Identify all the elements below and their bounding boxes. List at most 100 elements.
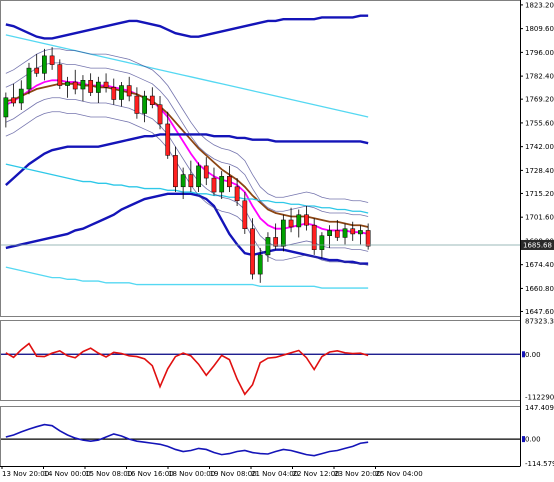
candle[interactable] [142,90,147,123]
candle[interactable] [103,73,109,93]
bear-candle-body [250,228,255,275]
indicator-line-0 [5,79,369,235]
candle[interactable] [18,80,24,110]
bull-candle-body [18,88,24,104]
bear-candle-body [34,67,40,74]
candle[interactable] [211,167,217,196]
bear-candle-body [72,81,78,90]
bear-candle-body [149,95,155,106]
indicator-panel-1 [0,342,520,396]
candle[interactable] [327,225,332,248]
bear-candle-body [311,224,317,250]
bear-candle-body [304,214,309,226]
candle[interactable] [72,69,78,95]
chart-canvas[interactable]: 1823.20 1809.60 1796.00 1782.40 1769.20 1755.… [0,0,554,482]
candle[interactable] [334,219,340,241]
indicator-1-tick-label: 87323.30 [525,318,554,326]
bull-candle-body [280,219,286,247]
candle[interactable] [219,171,225,200]
bull-candle-body [196,165,201,188]
bear-candle-body [126,85,132,97]
bear-candle-body [188,174,194,188]
candle[interactable] [149,87,155,109]
bull-candle-body [142,95,147,114]
bear-candle-body [111,87,117,100]
candle[interactable] [42,48,47,81]
price-tick-label: 1728.40 [525,167,554,175]
indicator-line-3 [5,14,369,40]
candle[interactable] [196,162,201,193]
indicator-1-zero-marker [522,351,525,358]
time-tick-label: 21 Nov 04:00 [251,470,298,478]
time-tick-label: 14 Nov 00:00 [44,470,91,478]
candle[interactable] [173,146,178,193]
bull-candle-body [219,176,225,193]
bull-candle-body [358,230,363,235]
price-tick-label: 1647.60 [525,308,554,316]
candle[interactable] [111,78,117,105]
bear-candle-body [103,81,109,88]
candle[interactable] [49,47,55,70]
candle[interactable] [227,165,232,193]
bear-candle-body [11,97,16,104]
candle[interactable] [311,218,317,255]
bear-candle-body [49,55,55,65]
price-tick-label: 1769.20 [525,96,554,104]
candle[interactable] [65,76,70,98]
candle[interactable] [80,75,86,102]
candle[interactable] [3,92,9,128]
candle[interactable] [11,83,16,107]
time-tick-label: 23 Nov 20:00 [334,470,381,478]
bear-candle-body [227,176,232,188]
time-tick-label: 13 Nov 20:00 [2,470,49,478]
candle[interactable] [358,225,363,245]
price-tick-label: 1701.60 [525,214,554,222]
bull-candle-body [296,214,302,228]
bull-candle-body [342,228,348,238]
time-tick-label: 16 Nov 16:00 [127,470,174,478]
bear-candle-body [242,200,248,229]
bull-candle-body [265,237,271,256]
bear-candle-body [350,228,356,235]
bear-candle-body [211,177,217,193]
indicator-1-tick-label: -112290. [525,393,554,401]
indicator-line-2 [5,133,369,186]
candle[interactable] [34,54,40,77]
indicator-1-line [5,342,369,396]
trading-chart[interactable]: 1823.20 1809.60 1796.00 1782.40 1769.20 1755.… [0,0,554,482]
bull-candle-body [42,55,47,74]
time-tick-label: 15 Nov 08:00 [85,470,132,478]
bear-candle-body [165,123,171,156]
bull-candle-body [95,81,101,93]
candle[interactable] [134,87,140,119]
indicator-line-5 [5,163,369,214]
candle[interactable] [296,209,302,238]
candle[interactable] [280,214,286,252]
bear-candle-body [88,80,94,93]
candle[interactable] [203,157,209,186]
candle[interactable] [250,218,255,280]
indicator-panel-2 [0,423,520,457]
bear-candle-body [365,230,371,247]
time-tick-label: 18 Nov 00:00 [168,470,215,478]
indicator-2-frame [0,406,521,467]
current-price-label: 1685.68 [523,241,552,249]
candle[interactable] [119,82,124,107]
time-tick-label: 25 Nov 04:00 [376,470,423,478]
bear-candle-body [173,155,178,188]
indicator-2-tick-label: 147.409 [525,404,554,412]
candle[interactable] [304,206,309,231]
price-tick-label: 1660.80 [525,285,554,293]
bear-candle-body [157,104,163,125]
bear-candle-body [234,186,240,202]
candle[interactable] [126,76,132,102]
bear-candle-body [288,219,294,228]
indicator-line-7 [5,266,369,289]
candle[interactable] [342,223,348,245]
candle[interactable] [95,76,101,104]
candle[interactable] [57,59,63,90]
candle[interactable] [288,207,294,233]
candle[interactable] [88,73,94,97]
price-tick-label: 1809.60 [525,25,554,33]
bull-candle-body [3,97,9,118]
